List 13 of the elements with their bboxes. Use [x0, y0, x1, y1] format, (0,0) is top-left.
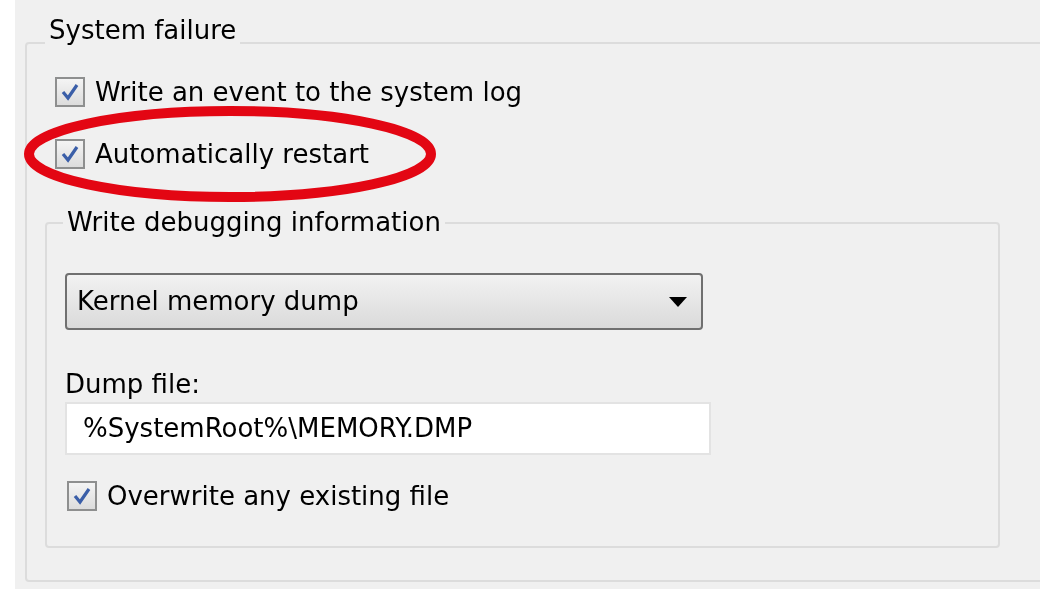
- checkbox[interactable]: [55, 77, 85, 107]
- checkbox[interactable]: [67, 481, 97, 511]
- checkmark-icon: [72, 486, 92, 506]
- input-field[interactable]: %SystemRoot%\MEMORY.DMP: [65, 402, 711, 455]
- dropdown[interactable]: Kernel memory dump: [65, 273, 703, 330]
- field-label: Dump file:: [65, 368, 200, 401]
- checkmark-icon: [60, 82, 80, 102]
- checkbox-label: Overwrite any existing file: [107, 479, 450, 513]
- dropdown-arrow-icon: [669, 296, 687, 307]
- checkmark-icon: [60, 144, 80, 164]
- checkbox-label: Write an event to the system log: [95, 75, 523, 109]
- checkbox[interactable]: [55, 139, 85, 169]
- checkbox-label: Automatically restart: [95, 137, 370, 171]
